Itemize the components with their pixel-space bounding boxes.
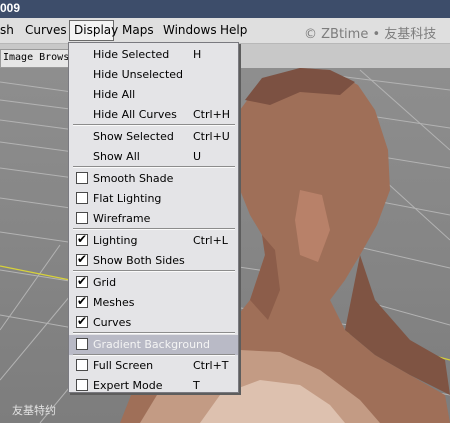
menu-item-shortcut: Ctrl+T	[193, 359, 229, 372]
menu-item-label: Expert Mode	[93, 379, 163, 392]
menu-item-expert-mode[interactable]: Expert Mode T	[69, 376, 238, 396]
window-title: 009	[0, 1, 21, 15]
menu-item-label: Grid	[93, 276, 117, 289]
menu-windows[interactable]: Windows	[163, 23, 217, 37]
menu-item-shortcut: T	[193, 379, 200, 392]
menu-item-label: Show Selected	[93, 130, 174, 143]
menu-item-label: Hide Selected	[93, 48, 170, 61]
menu-item-curves[interactable]: ✔ Curves	[69, 313, 238, 333]
checkbox-icon: ✔	[76, 294, 88, 308]
menu-item-lighting[interactable]: ✔ Lighting Ctrl+L	[69, 231, 238, 251]
checkbox-icon: ✔	[76, 232, 88, 246]
menu-item-label: Lighting	[93, 234, 138, 247]
menu-item-hide-selected[interactable]: Hide Selected H	[69, 45, 238, 65]
menu-item-label: Meshes	[93, 296, 135, 309]
menu-item-hide-all-curves[interactable]: Hide All Curves Ctrl+H	[69, 105, 238, 125]
checkmark-icon: ✔	[77, 252, 88, 266]
checkbox-icon	[76, 359, 88, 371]
menu-item-label: Full Screen	[93, 359, 154, 372]
menu-separator	[73, 166, 235, 168]
menu-separator	[73, 124, 235, 126]
checkmark-icon: ✔	[77, 274, 88, 288]
checkmark-icon: ✔	[77, 314, 88, 328]
checkmark-icon: ✔	[77, 232, 88, 246]
checkbox-icon	[76, 379, 88, 391]
menu-item-shortcut: Ctrl+L	[193, 234, 228, 247]
menu-item-smooth-shade[interactable]: Smooth Shade	[69, 169, 238, 189]
checkbox-icon	[76, 212, 88, 224]
menu-item-flat-lighting[interactable]: Flat Lighting	[69, 189, 238, 209]
checkbox-icon: ✔	[76, 274, 88, 288]
checkbox-icon	[76, 192, 88, 204]
menu-bar: sh Curves Display Maps Windows Help © ZB…	[0, 18, 450, 44]
checkbox-icon: ✔	[76, 314, 88, 328]
menu-item-label: Show Both Sides	[93, 254, 185, 267]
menu-item-label: Smooth Shade	[93, 172, 174, 185]
menu-item-meshes[interactable]: ✔ Meshes	[69, 293, 238, 313]
menu-item-shortcut: Ctrl+U	[193, 130, 230, 143]
menu-help[interactable]: Help	[220, 23, 247, 37]
menu-item-wireframe[interactable]: Wireframe	[69, 209, 238, 229]
menu-item-label: Flat Lighting	[93, 192, 162, 205]
checkbox-icon	[76, 172, 88, 184]
menu-separator	[73, 332, 235, 334]
menu-item-show-all[interactable]: Show All U	[69, 147, 238, 167]
checkbox-icon	[76, 338, 88, 350]
menu-item-show-both-sides[interactable]: ✔ Show Both Sides	[69, 251, 238, 271]
menu-item-hide-unselected[interactable]: Hide Unselected	[69, 65, 238, 85]
checkbox-icon: ✔	[76, 252, 88, 266]
menu-maps[interactable]: Maps	[122, 23, 154, 37]
menu-item-gradient-background[interactable]: Gradient Background	[69, 335, 238, 355]
menu-item-show-selected[interactable]: Show Selected Ctrl+U	[69, 127, 238, 147]
menu-item-grid[interactable]: ✔ Grid	[69, 273, 238, 293]
menu-item-label: Gradient Background	[93, 338, 210, 351]
menu-item-shortcut: Ctrl+H	[193, 108, 231, 121]
menu-display[interactable]: Display	[69, 20, 118, 41]
menu-item-label: Hide All Curves	[93, 108, 177, 121]
menu-item-label: Hide All	[93, 88, 136, 101]
menu-item-label: Show All	[93, 150, 140, 163]
menu-item-label: Hide Unselected	[93, 68, 184, 81]
watermark-text: © ZBtime • 友基科技	[304, 27, 437, 42]
tab-image-browser[interactable]: Image Brows	[0, 49, 75, 68]
menu-separator	[73, 228, 235, 230]
display-menu-dropdown: Hide Selected H Hide Unselected Hide All…	[68, 42, 239, 393]
menu-curves[interactable]: Curves	[25, 23, 67, 37]
menu-item-full-screen[interactable]: Full Screen Ctrl+T	[69, 356, 238, 376]
menu-item-hide-all[interactable]: Hide All	[69, 85, 238, 105]
menu-file-partial[interactable]: sh	[0, 23, 14, 37]
menu-item-shortcut: U	[193, 150, 202, 163]
menu-item-label: Curves	[93, 316, 132, 329]
checkmark-icon: ✔	[77, 294, 88, 308]
menu-item-label: Wireframe	[93, 212, 151, 225]
menu-display-label: Display	[74, 23, 119, 37]
menu-separator	[73, 270, 235, 272]
menu-item-shortcut: H	[193, 48, 202, 61]
title-bar: 009	[0, 0, 450, 18]
bottom-watermark-text: 友基特约	[12, 404, 56, 417]
